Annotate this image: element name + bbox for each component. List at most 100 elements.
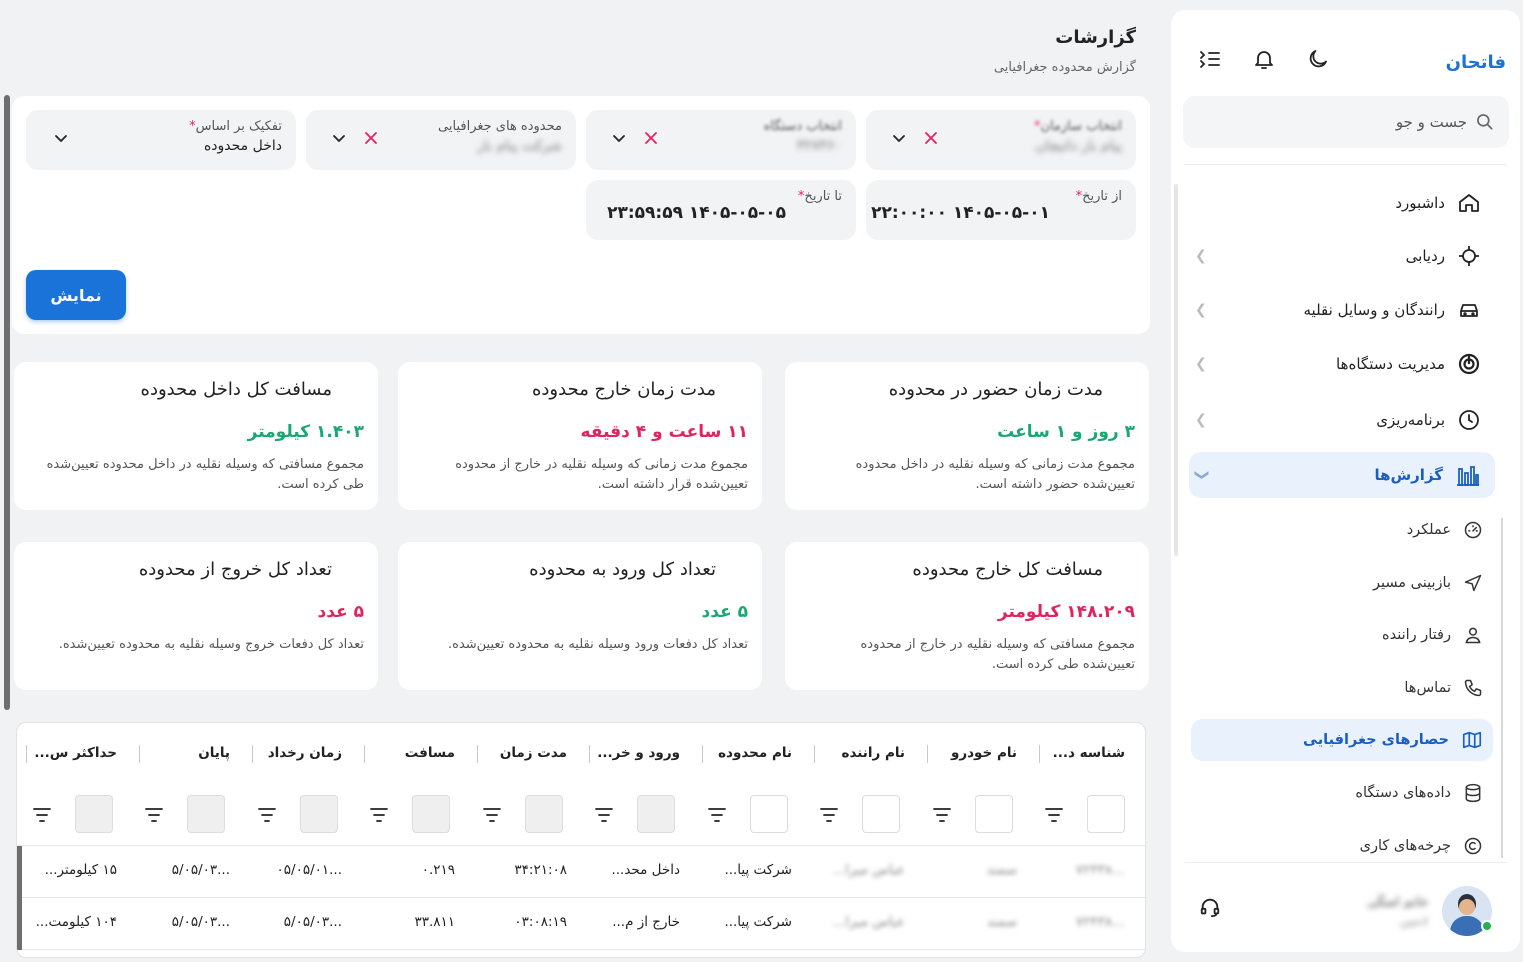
sidebar-item-tracking[interactable]: ❮ ردیابی (1189, 233, 1495, 279)
table-row[interactable]: ...۷۲۴۳۸ سمند عباس میرا... شرکت پیا... خ… (17, 898, 1145, 950)
copyright-icon (1464, 837, 1482, 855)
show-button[interactable]: نمایش (26, 270, 126, 320)
field-value: شرکت پیام بار (477, 138, 562, 154)
card-description: مجموع مدت زمانی که وسیله نقلیه در خارج ا… (455, 457, 748, 492)
column-header[interactable]: نام محدوده (692, 745, 792, 761)
column-resizer[interactable] (702, 745, 703, 763)
column-resizer[interactable] (477, 745, 478, 763)
report-table: شناسه د... نام خودرو نام راننده نام محدو… (16, 722, 1146, 958)
sidebar-subitem-geofences[interactable]: حصارهای جغرافیایی (1191, 719, 1493, 761)
column-filter-input[interactable] (300, 795, 338, 833)
bar-chart-icon (1457, 466, 1479, 486)
sidebar-subitem-workflows[interactable]: چرخه‌های کاری (1191, 825, 1493, 867)
column-filter-input[interactable] (1087, 795, 1125, 833)
column-filter-input[interactable] (525, 795, 563, 833)
page-scrollbar[interactable] (4, 95, 10, 710)
bell-icon[interactable] (1251, 46, 1277, 72)
sidebar-item-drivers-vehicles[interactable]: ❮ رانندگان و وسایل نقلیه (1189, 287, 1495, 333)
column-filter-input[interactable] (187, 795, 225, 833)
table-cell: ...۰۵/۰۵/۰۱ (276, 862, 342, 878)
filter-icon[interactable] (708, 807, 726, 827)
column-header[interactable]: نام راننده (805, 745, 905, 761)
filter-icon[interactable] (33, 807, 51, 827)
sidebar-item-reports[interactable]: ❮ گزارش‌ها (1189, 452, 1495, 498)
filter-icon[interactable] (1045, 807, 1063, 827)
search-placeholder: جست و جو (1395, 113, 1467, 131)
column-resizer[interactable] (927, 745, 928, 763)
car-icon (1460, 304, 1478, 317)
moon-icon[interactable] (1305, 46, 1331, 72)
column-resizer[interactable] (1039, 745, 1040, 763)
filter-icon[interactable] (820, 807, 838, 827)
map-icon (1462, 731, 1482, 749)
filter-icon[interactable] (483, 807, 501, 827)
column-header[interactable]: پایان (130, 745, 230, 761)
chevron-down-icon[interactable] (332, 130, 346, 149)
sidebar-item-scheduling[interactable]: ❮ برنامه‌ریزی (1189, 397, 1495, 443)
sidebar-subitem-driver-behavior[interactable]: رفتار راننده (1191, 614, 1493, 656)
device-select[interactable]: انتخاب دستگاه ۳۲۷۳۶۰ (586, 110, 856, 170)
sidebar-item-label: داده‌های دستگاه (1355, 785, 1451, 801)
filter-icon[interactable] (145, 807, 163, 827)
column-filter-input[interactable] (637, 795, 675, 833)
column-filter-input[interactable] (750, 795, 788, 833)
user-profile[interactable]: خانم امنگی ادمین (1367, 886, 1492, 936)
chevron-down-icon[interactable] (612, 130, 626, 149)
field-value: ۱۴۰۵-۰۵-۰۱ ۲۲:۰۰:۰۰ (871, 203, 1050, 223)
sidebar-subitem-route-review[interactable]: بازبینی مسیر (1191, 562, 1493, 604)
chevron-down-icon: ❮ (1192, 469, 1209, 481)
sidebar-item-dashboard[interactable]: داشبورد (1189, 180, 1495, 226)
table-cell: ...۷۲۴۳۸ (1075, 914, 1125, 930)
clear-icon[interactable] (924, 130, 938, 149)
sidebar-item-label: بازبینی مسیر (1372, 575, 1451, 591)
filter-icon[interactable] (370, 807, 388, 827)
column-header[interactable]: حداکثر س... (17, 745, 117, 761)
sidebar-item-device-management[interactable]: ❮ مدیریت دستگاه‌ها (1189, 341, 1495, 387)
column-header[interactable]: زمان رخداد (242, 745, 342, 761)
chevron-down-icon[interactable] (54, 130, 68, 149)
from-date-field[interactable]: از تاریخ* ۱۴۰۵-۰۵-۰۱ ۲۲:۰۰:۰۰ (866, 180, 1136, 240)
filter-icon[interactable] (595, 807, 613, 827)
column-resizer[interactable] (814, 745, 815, 763)
column-resizer[interactable] (589, 745, 590, 763)
to-date-field[interactable]: تا تاریخ* ۱۴۰۵-۰۵-۰۵ ۲۳:۵۹:۵۹ (586, 180, 856, 240)
column-filter-input[interactable] (975, 795, 1013, 833)
geofence-select[interactable]: محدوده های جغرافیایی شرکت پیام بار (306, 110, 576, 170)
menu-icon[interactable] (1197, 46, 1223, 72)
headset-icon[interactable] (1199, 896, 1221, 922)
column-header[interactable]: شناسه د... (1025, 745, 1125, 761)
divider (1185, 164, 1507, 165)
filter-panel: انتخاب سازمان* پیام بار داتیچان انتخاب د… (12, 96, 1150, 334)
column-filter-input[interactable] (75, 795, 113, 833)
brand-logo-text[interactable]: فاتحان (1446, 52, 1506, 73)
column-filter-input[interactable] (412, 795, 450, 833)
clear-icon[interactable] (644, 130, 658, 149)
field-label: انتخاب دستگاه (763, 119, 842, 134)
filter-icon[interactable] (933, 807, 951, 827)
chevron-down-icon[interactable] (892, 130, 906, 149)
column-header[interactable]: مسافت (355, 745, 455, 761)
table-row[interactable]: ...۷۲۴۳۸ سمند عباس میرا... شرکت پیا... د… (17, 846, 1145, 898)
column-header[interactable]: ورود و خر... (580, 745, 680, 761)
column-resizer[interactable] (364, 745, 365, 763)
chevron-left-icon: ❮ (1195, 356, 1207, 372)
filter-icon[interactable] (258, 807, 276, 827)
column-resizer[interactable] (252, 745, 253, 763)
sidebar-subitem-calls[interactable]: تماس‌ها (1191, 667, 1493, 709)
clear-icon[interactable] (364, 130, 378, 149)
sidebar-scrollbar[interactable] (1174, 184, 1178, 556)
breakdown-select[interactable]: تفکیک بر اساس* داخل محدوده (26, 110, 296, 170)
organization-select[interactable]: انتخاب سازمان* پیام بار داتیچان (866, 110, 1136, 170)
sidebar: فاتحان جست و جو داشبورد ❮ ردیابی ❮ رانند… (1171, 10, 1520, 952)
column-filter-input[interactable] (862, 795, 900, 833)
sidebar-subitem-device-data[interactable]: داده‌های دستگاه (1191, 772, 1493, 814)
card-title: مسافت کل داخل محدوده (140, 379, 332, 400)
column-resizer[interactable] (139, 745, 140, 763)
table-cell: ...۵/۰۵/۰۳ (171, 862, 230, 878)
column-header[interactable]: مدت زمان (467, 745, 567, 761)
sidebar-subitem-performance[interactable]: عملکرد (1191, 509, 1493, 551)
column-header[interactable]: نام خودرو (917, 745, 1017, 761)
column-resizer[interactable] (26, 745, 27, 763)
table-cell: ۳۳.۸۱۱ (414, 914, 455, 930)
search-input[interactable]: جست و جو (1183, 96, 1509, 148)
